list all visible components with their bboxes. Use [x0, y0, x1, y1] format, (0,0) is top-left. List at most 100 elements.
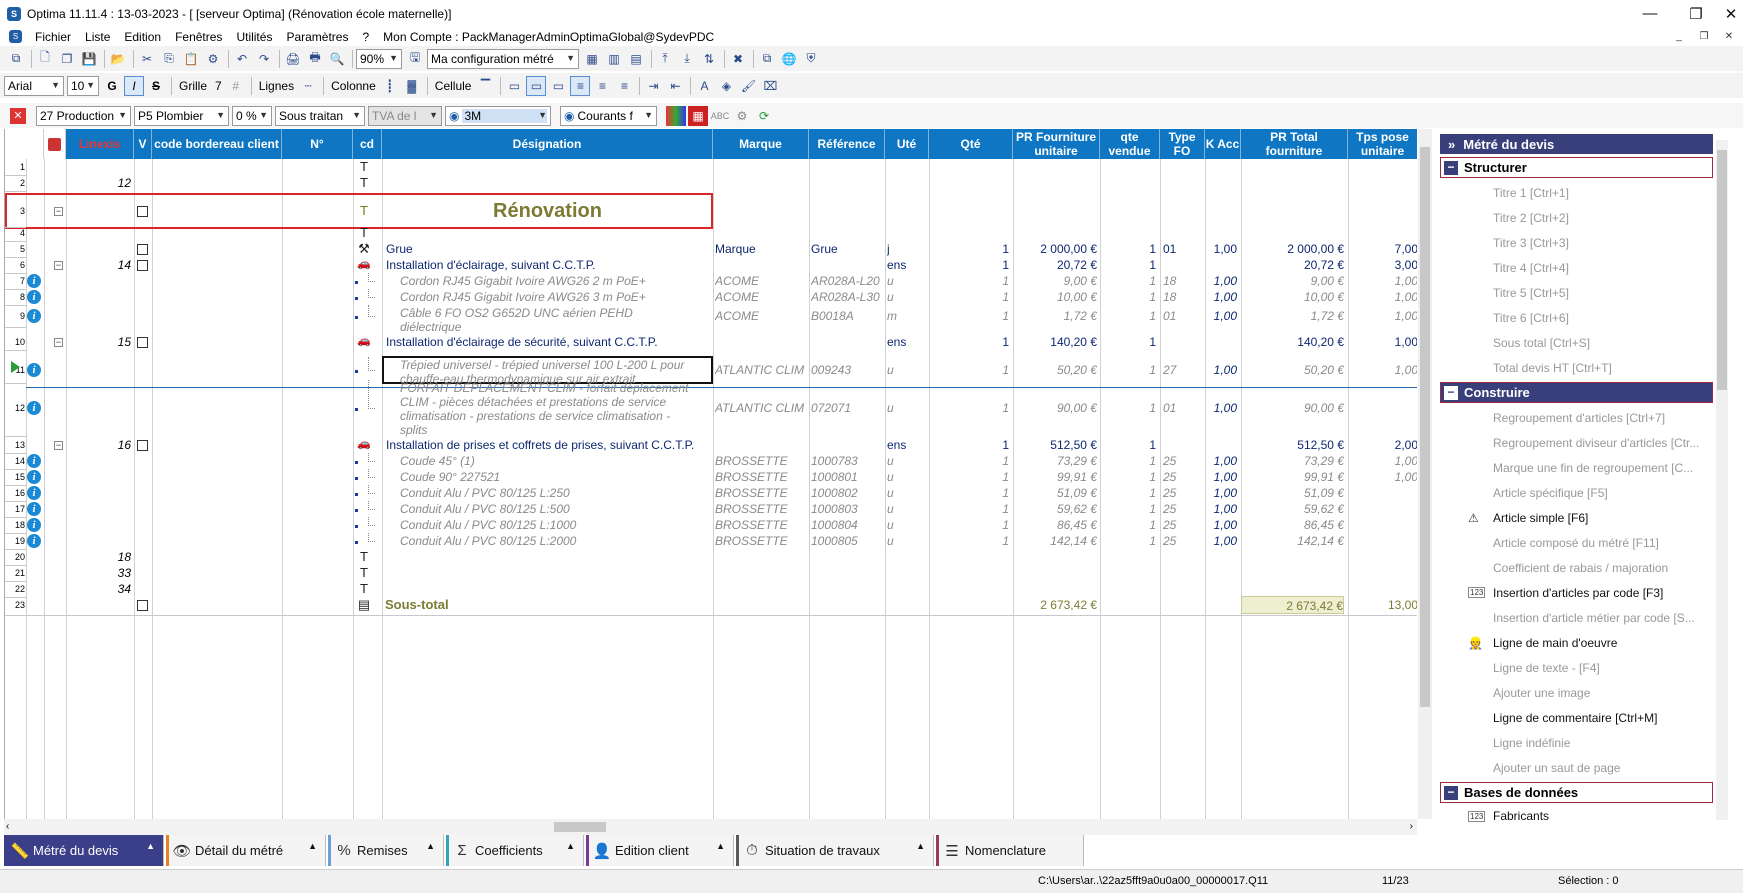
cell-style-icon[interactable]: ▔ [475, 76, 495, 96]
grid-view-icon[interactable]: ▦ [582, 49, 602, 69]
column-header-k-acc[interactable]: K Acc [1205, 129, 1241, 159]
vehicle-icon[interactable]: 🚗 [355, 437, 373, 450]
chevron-up-icon[interactable]: ▲ [426, 841, 435, 851]
column-color-icon[interactable]: ▓ [402, 76, 422, 96]
info-icon[interactable]: i [27, 534, 41, 548]
column-header-reference[interactable]: Référence [809, 129, 885, 159]
panel-item[interactable]: Ajouter un saut de page [1440, 755, 1713, 780]
shield-icon[interactable]: ⛨ [801, 49, 821, 69]
fournisseur-select[interactable]: ◉ 3M ▼ [445, 105, 551, 126]
column-header-qte[interactable]: Qté [929, 129, 1013, 159]
bottom-tab-5[interactable]: 👤 Edition client ▲ [586, 835, 734, 866]
panel-item[interactable]: Ligne de texte - [F4] [1440, 655, 1713, 680]
zoom-select[interactable]: 90% ▼ [356, 48, 402, 69]
panel-item[interactable]: ⚠ Article simple [F6] [1440, 505, 1713, 530]
panel-item[interactable]: Titre 4 [Ctrl+4] [1440, 255, 1713, 280]
minimize-button[interactable]: — [1627, 0, 1673, 27]
bottom-tab-1[interactable]: 📏 Métré du devis ▲ [4, 835, 164, 866]
crane-icon[interactable]: ⚒ [355, 241, 373, 257]
chevron-up-icon[interactable]: ▲ [146, 841, 155, 851]
panel-item[interactable]: Article spécifique [F5] [1440, 480, 1713, 505]
panel-item[interactable]: Sous total [Ctrl+S] [1440, 330, 1713, 355]
panel-item[interactable]: Ligne indéfinie [1440, 730, 1713, 755]
collapse-icon[interactable]: − [54, 260, 63, 270]
v-checkbox[interactable] [137, 259, 148, 271]
v-checkbox[interactable] [137, 243, 148, 255]
save-config-icon[interactable]: 🖫 [405, 49, 425, 69]
info-icon[interactable]: i [27, 454, 41, 468]
column-header-qte-vendue[interactable]: qte vendue [1100, 129, 1160, 159]
align-left-icon[interactable]: ≡ [570, 75, 591, 96]
open-icon[interactable]: 📂 [108, 49, 128, 69]
grid-vertical-scrollbar[interactable] [1418, 129, 1432, 819]
scroll-right-icon[interactable]: › [1410, 821, 1413, 832]
panel-item[interactable]: 123 Fabricants [1440, 805, 1713, 827]
info-icon[interactable]: i [27, 290, 41, 304]
vehicle-icon[interactable]: 🚗 [355, 257, 373, 270]
chevron-up-icon[interactable]: ▲ [916, 841, 925, 851]
text-line-icon[interactable]: T [355, 581, 373, 596]
grid-horizontal-scrollbar[interactable]: ‹ › [4, 819, 1417, 835]
collapse-icon[interactable]: − [54, 337, 63, 347]
text-line-icon[interactable]: T [355, 225, 373, 240]
text-line-icon[interactable]: T [355, 549, 373, 564]
info-icon[interactable]: i [27, 401, 41, 415]
column-header-v[interactable]: V [134, 129, 152, 159]
column-header-linexis[interactable]: Linexis [66, 129, 134, 159]
windows2-icon[interactable]: ⧉ [757, 49, 777, 69]
redo-icon[interactable]: ↷ [254, 49, 274, 69]
calendar-icon[interactable]: ▦ [688, 105, 708, 126]
grille-value[interactable]: 7 [211, 79, 226, 93]
font-color-icon[interactable]: A [694, 76, 714, 96]
info-icon[interactable]: i [27, 470, 41, 484]
align-center-icon[interactable]: ≡ [592, 76, 612, 96]
menu-edition[interactable]: Edition [117, 30, 168, 44]
text-line-icon[interactable]: T [355, 175, 373, 190]
column-header-code-bordereau[interactable]: code bordereau client [152, 129, 282, 159]
close-filter-icon[interactable]: ✕ [10, 107, 26, 124]
plombier-select[interactable]: P5 Plombier ▼ [134, 105, 229, 126]
v-checkbox[interactable] [137, 599, 148, 611]
bottom-tab-3[interactable]: % Remises ▲ [328, 835, 444, 866]
v-checkbox[interactable] [137, 336, 148, 348]
chevron-up-icon[interactable]: ▲ [716, 841, 725, 851]
mdi-minimize-icon[interactable]: _ [1671, 29, 1687, 44]
column-header-pr-total-fourniture[interactable]: PR Total fourniture [1241, 129, 1348, 159]
courants-select[interactable]: ◉ Courants f ▼ [560, 105, 657, 126]
optima-menu-icon[interactable]: S [9, 30, 22, 43]
copy-icon[interactable]: ⎘ [159, 49, 179, 69]
list-view-icon[interactable]: ▤ [626, 49, 646, 69]
panel-item[interactable]: Regroupement diviseur d'articles [Ctr... [1440, 430, 1713, 455]
info-icon[interactable]: i [27, 486, 41, 500]
close-button[interactable]: ✕ [1719, 0, 1743, 27]
panel-item[interactable]: Titre 3 [Ctrl+3] [1440, 230, 1713, 255]
panel-item[interactable]: 123 Insertion d'articles par code [F3] [1440, 580, 1713, 605]
undo-icon[interactable]: ↶ [232, 49, 252, 69]
scroll-thumb[interactable] [554, 822, 606, 832]
panel-item[interactable]: Article composé du métré [F11] [1440, 530, 1713, 555]
panel-item[interactable]: Regroupement d'articles [Ctrl+7] [1440, 405, 1713, 430]
column-header-marque[interactable]: Marque [713, 129, 809, 159]
border-bottom-icon[interactable]: ▭ [548, 76, 568, 96]
columns-view-icon[interactable]: ▥ [604, 49, 624, 69]
collapse-icon[interactable]: − [54, 440, 63, 450]
bottom-tab-7[interactable]: ☰ Nomenclature [936, 835, 1084, 866]
fill-color-icon[interactable]: ◈ [716, 76, 736, 96]
column-header-ute[interactable]: Uté [885, 129, 929, 159]
new-icon[interactable]: 🗋 [35, 49, 55, 69]
outdent-icon[interactable]: ⇤ [665, 76, 685, 96]
menu-fichier[interactable]: Fichier [28, 30, 78, 44]
info-icon[interactable]: i [27, 274, 41, 288]
border-middle-icon[interactable]: ▭ [526, 75, 547, 96]
cut-icon[interactable]: ✂ [137, 49, 157, 69]
production-select[interactable]: 27 Production ▼ [36, 105, 131, 126]
print-preview-icon[interactable]: 🔍 [327, 49, 347, 69]
menu-fenetres[interactable]: Fenêtres [168, 30, 229, 44]
config-select[interactable]: Ma configuration métré ▼ [427, 48, 579, 69]
menu-help[interactable]: ? [355, 30, 376, 44]
section-construire[interactable]: − Construire [1440, 382, 1713, 403]
windows-icon[interactable]: ⧉ [6, 49, 26, 69]
vehicle-icon[interactable]: 🚗 [355, 334, 373, 347]
font-select[interactable]: Arial ▼ [4, 75, 64, 96]
scroll-left-icon[interactable]: ‹ [6, 821, 9, 832]
